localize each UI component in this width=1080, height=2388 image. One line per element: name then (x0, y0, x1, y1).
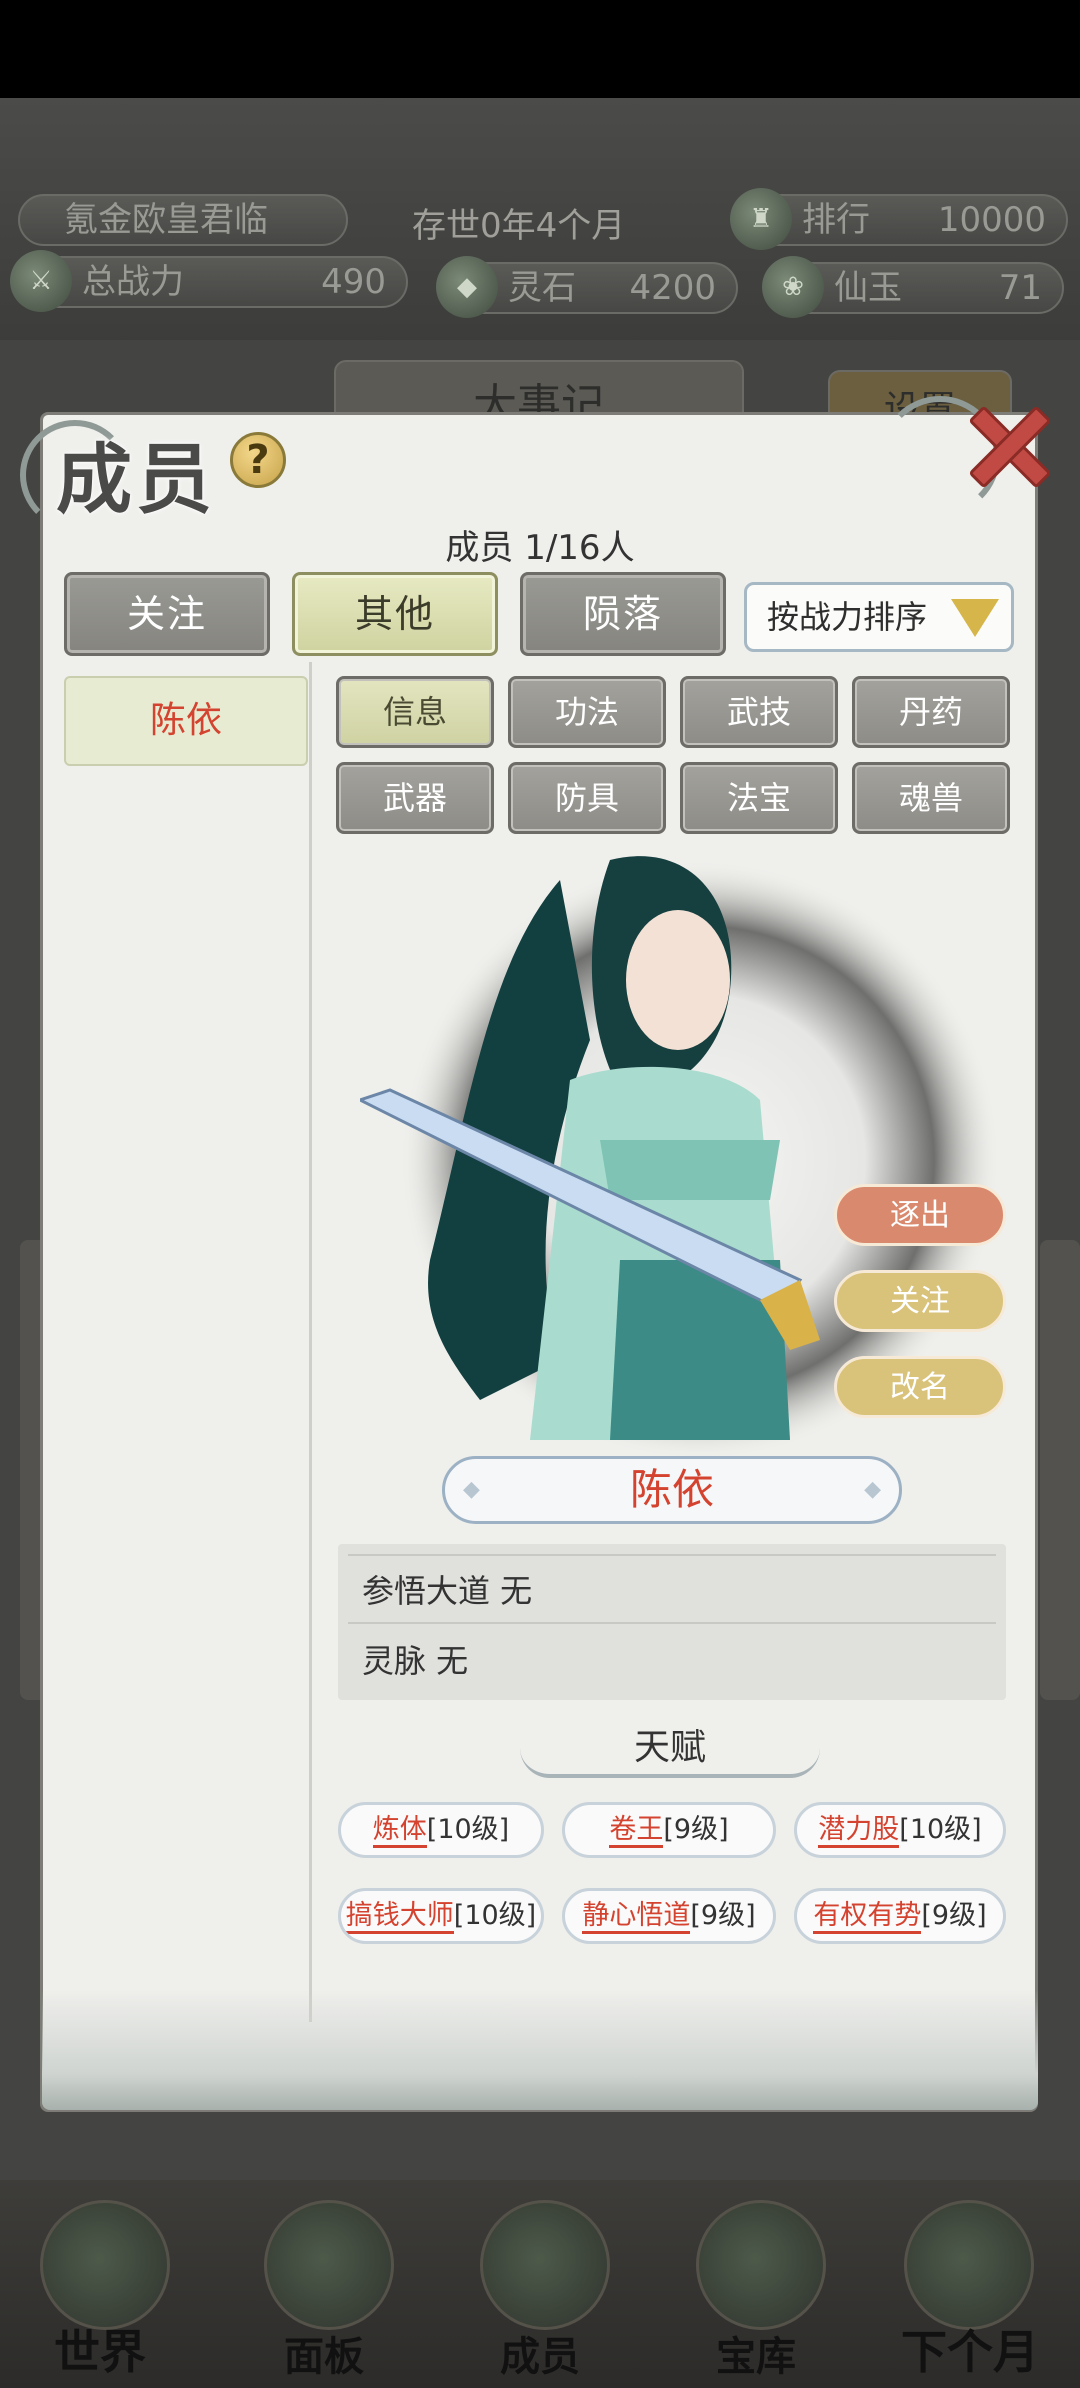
talent-item: 炼体[10级] (338, 1802, 544, 1858)
divider (348, 1554, 996, 1556)
divider (348, 1622, 996, 1624)
status-bar (0, 0, 1080, 98)
talent-level: [10级] (453, 1900, 537, 1931)
bottom-nav: 世界 面板 成员 宝库 下个月 (0, 2180, 1080, 2388)
talent-name: 静心悟道 (582, 1900, 691, 1934)
panel-bottom-ornament (42, 1990, 1038, 2110)
member-list-item[interactable]: 陈依 (64, 676, 308, 766)
talent-name: 有权有势 (813, 1900, 922, 1934)
rank-label: 排行 (802, 200, 870, 240)
sort-dropdown[interactable]: 按战力排序 (744, 582, 1014, 652)
power-icon: ⚔ (10, 250, 72, 312)
power-label: 总战力 (82, 262, 184, 302)
talent-item: 静心悟道[9级] (562, 1888, 776, 1944)
nav-world[interactable]: 世界 (0, 2180, 200, 2388)
member-list (62, 662, 312, 2022)
next-month-icon (904, 2200, 1034, 2330)
info-dao-comprehension: 参悟大道 无 (362, 1572, 533, 1610)
info-spirit-vein: 灵脉 无 (362, 1642, 469, 1680)
talent-level: [9级] (690, 1900, 756, 1931)
sort-dropdown-label: 按战力排序 (767, 598, 928, 636)
subtab-skills[interactable]: 功法 (508, 676, 666, 748)
world-icon (40, 2200, 170, 2330)
close-button[interactable] (962, 400, 1046, 484)
stone-pill: ◆ 灵石 4200 (436, 256, 738, 318)
rank-pill: ♜ 排行 10000 (730, 188, 1068, 250)
jade-label: 仙玉 (834, 268, 902, 308)
talent-name: 潜力股 (818, 1814, 900, 1848)
rank-value: 10000 (937, 200, 1046, 240)
jade-value: 71 (998, 268, 1042, 308)
help-button[interactable]: ? (230, 432, 286, 488)
talent-level: [10级] (426, 1814, 510, 1845)
player-name: 氪金欧皇君临 (64, 200, 268, 240)
subtab-artifact[interactable]: 法宝 (680, 762, 838, 834)
character-name-plate: 陈依 (442, 1456, 902, 1524)
jade-icon: ❀ (762, 256, 824, 318)
talent-name: 炼体 (372, 1814, 427, 1848)
nav-next-month-label: 下个月 (901, 2325, 1039, 2379)
character-info-box: 参悟大道 无 灵脉 无 (338, 1544, 1006, 1700)
nav-members-label: 成员 (500, 2333, 580, 2380)
subtab-martial[interactable]: 武技 (680, 676, 838, 748)
rename-button[interactable]: 改名 (834, 1356, 1006, 1418)
subtab-armor[interactable]: 防具 (508, 762, 666, 834)
talent-level: [9级] (921, 1900, 987, 1931)
spirit-stone-icon: ◆ (436, 256, 498, 318)
power-value: 490 (321, 262, 386, 302)
member-icon (480, 2200, 610, 2330)
tab-fallen[interactable]: 陨落 (520, 572, 726, 656)
yin-yang-icon (696, 2200, 826, 2330)
scroll-icon (264, 2200, 394, 2330)
talent-level: [9级] (663, 1814, 729, 1845)
talent-item: 卷王[9级] (562, 1802, 776, 1858)
nav-next-month[interactable]: 下个月 (860, 2180, 1080, 2388)
talent-item: 有权有势[9级] (794, 1888, 1006, 1944)
talent-level: [10级] (899, 1814, 982, 1845)
stone-label: 灵石 (508, 268, 576, 308)
panel-title: 成员 (56, 435, 216, 524)
follow-button[interactable]: 关注 (834, 1270, 1006, 1332)
bg-card-right (1040, 1240, 1080, 1700)
nav-panel[interactable]: 面板 (224, 2180, 424, 2388)
talent-item: 潜力股[10级] (794, 1802, 1006, 1858)
nav-treasury[interactable]: 宝库 (656, 2180, 856, 2388)
subtab-info[interactable]: 信息 (336, 676, 494, 748)
power-pill: ⚔ 总战力 490 (10, 250, 408, 312)
member-count: 成员 1/16人 (445, 528, 635, 568)
expel-button[interactable]: 逐出 (834, 1184, 1006, 1246)
chevron-down-icon (951, 599, 999, 637)
subtab-beast[interactable]: 魂兽 (852, 762, 1010, 834)
talent-title: 天赋 (633, 1727, 706, 1768)
talent-item: 搞钱大师[10级] (338, 1888, 544, 1944)
talent-name: 卷王 (609, 1814, 664, 1848)
nav-panel-label: 面板 (284, 2333, 364, 2380)
game-time: 存世0年4个月 (412, 206, 626, 246)
jade-pill: ❀ 仙玉 71 (762, 256, 1064, 318)
stone-value: 4200 (629, 268, 716, 308)
rank-icon: ♜ (730, 188, 792, 250)
player-name-pill: 氪金欧皇君临 (18, 194, 348, 246)
talent-name: 搞钱大师 (345, 1900, 454, 1934)
subtab-weapon[interactable]: 武器 (336, 762, 494, 834)
nav-world-label: 世界 (54, 2325, 146, 2379)
top-info-bar: 氪金欧皇君临 存世0年4个月 ♜ 排行 10000 ⚔ 总战力 490 ◆ 灵石… (0, 98, 1080, 348)
tab-other[interactable]: 其他 (292, 572, 498, 656)
nav-treasury-label: 宝库 (716, 2333, 796, 2380)
subtab-pills[interactable]: 丹药 (852, 676, 1010, 748)
tab-follow[interactable]: 关注 (64, 572, 270, 656)
nav-members[interactable]: 成员 (440, 2180, 640, 2388)
